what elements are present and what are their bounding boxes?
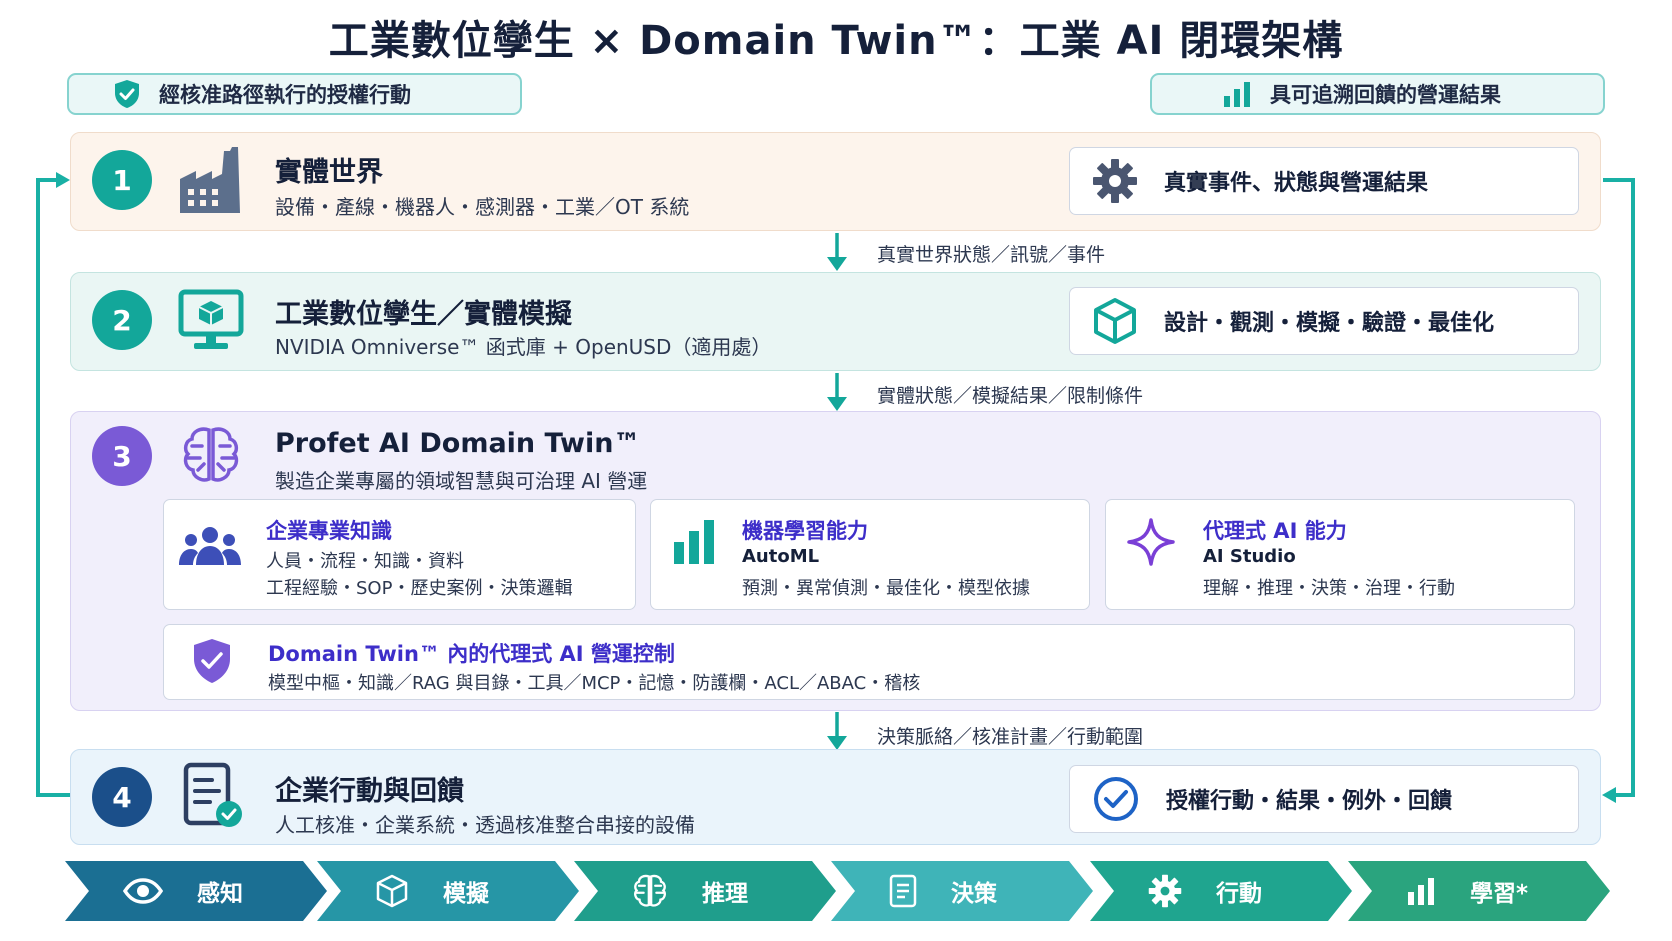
layer-4-output-label: 授權行動・結果・例外・回饋 — [1166, 789, 1453, 814]
people-icon — [178, 525, 242, 571]
layer-1-subtitle: 設備・產線・機器人・感測器・工業／OT 系統 — [275, 195, 690, 219]
layer-3-title: Profet AI Domain Twin™ — [275, 428, 641, 459]
layer-1-title: 實體世界 — [275, 157, 383, 188]
stage-perceive-label: 感知 — [197, 881, 243, 907]
card-3-title: 代理式 AI 能力 — [1203, 519, 1347, 543]
stage-reason-label: 推理 — [702, 881, 748, 907]
shield-check-icon — [191, 637, 233, 689]
card-1-title: 企業專業知識 — [266, 519, 392, 543]
factory-icon — [178, 145, 246, 219]
layer-4-title: 企業行動與回饋 — [275, 776, 464, 807]
layer-2-output: 設計・觀測・模擬・驗證・最佳化 — [1069, 287, 1579, 355]
stage-learn-label: 學習* — [1470, 881, 1529, 907]
layer-2-output-label: 設計・觀測・模擬・驗證・最佳化 — [1164, 311, 1495, 336]
sparkle-icon — [1126, 517, 1176, 571]
card-2-line2: 預測・異常偵測・最佳化・模型依據 — [742, 578, 1030, 599]
gear-icon — [1092, 158, 1138, 204]
stage-act: 行動 — [1090, 861, 1352, 921]
layer-4-output: 授權行動・結果・例外・回饋 — [1069, 765, 1579, 833]
control-card-title: Domain Twin™ 內的代理式 AI 營運控制 — [268, 642, 675, 666]
bar-chart-icon — [672, 518, 716, 570]
layer-3-subtitle: 製造企業專屬的領域智慧與可治理 AI 營運 — [275, 469, 648, 493]
check-circle-icon — [1092, 775, 1140, 823]
card-3-line2: 理解・推理・決策・治理・行動 — [1203, 578, 1455, 599]
stage-learn: 學習* — [1348, 861, 1610, 921]
brain-icon — [180, 424, 242, 490]
stage-decide-label: 決策 — [951, 881, 997, 907]
layer-number-3: 3 — [92, 426, 152, 486]
down-arrow-icon — [827, 712, 847, 750]
brain-icon — [632, 873, 668, 909]
layer-number-2: 2 — [92, 290, 152, 350]
stage-decide: 決策 — [831, 861, 1093, 921]
layer-2-title: 工業數位孿生／實體模擬 — [275, 299, 572, 330]
layer-number-4: 4 — [92, 767, 152, 827]
cube-icon — [1092, 297, 1138, 345]
stage-reason: 推理 — [574, 861, 836, 921]
layer-4-subtitle: 人工核准・企業系統・透過核准整合串接的設備 — [275, 813, 695, 837]
card-3-line1: AI Studio — [1203, 546, 1296, 567]
layer-number-1: 1 — [92, 150, 152, 210]
card-1-line2: 工程經驗・SOP・歷史案例・決策邏輯 — [266, 578, 573, 599]
document-icon — [889, 874, 917, 908]
card-1-line1: 人員・流程・知識・資料 — [266, 551, 464, 572]
checklist-icon — [182, 762, 244, 834]
stage-simulate: 模擬 — [317, 861, 579, 921]
down-arrow-icon — [827, 373, 847, 411]
card-2-line1: AutoML — [742, 546, 820, 567]
gear-icon — [1148, 874, 1182, 908]
flow-label-2: 實體狀態／模擬結果／限制條件 — [877, 385, 1144, 407]
down-arrow-icon — [827, 233, 847, 271]
bar-chart-icon — [1406, 876, 1436, 906]
layer-1-output-label: 真實事件、狀態與營運結果 — [1164, 171, 1429, 196]
stage-perceive: 感知 — [65, 861, 327, 921]
layer-2-subtitle: NVIDIA Omniverse™ 函式庫 + OpenUSD（適用處） — [275, 335, 772, 359]
cube-icon — [375, 874, 409, 908]
stage-act-label: 行動 — [1216, 881, 1262, 907]
monitor-cube-icon — [178, 289, 244, 357]
layer-1-output: 真實事件、狀態與營運結果 — [1069, 147, 1579, 215]
eye-icon — [123, 878, 163, 904]
card-2-title: 機器學習能力 — [742, 519, 868, 543]
flow-label-3: 決策脈絡／核准計畫／行動範圍 — [877, 726, 1144, 748]
control-card-line: 模型中樞・知識／RAG 與目錄・工具／MCP・記憶・防護欄・ACL／ABAC・稽… — [268, 673, 921, 694]
flow-label-1: 真實世界狀態／訊號／事件 — [877, 244, 1106, 266]
stage-simulate-label: 模擬 — [443, 881, 489, 907]
